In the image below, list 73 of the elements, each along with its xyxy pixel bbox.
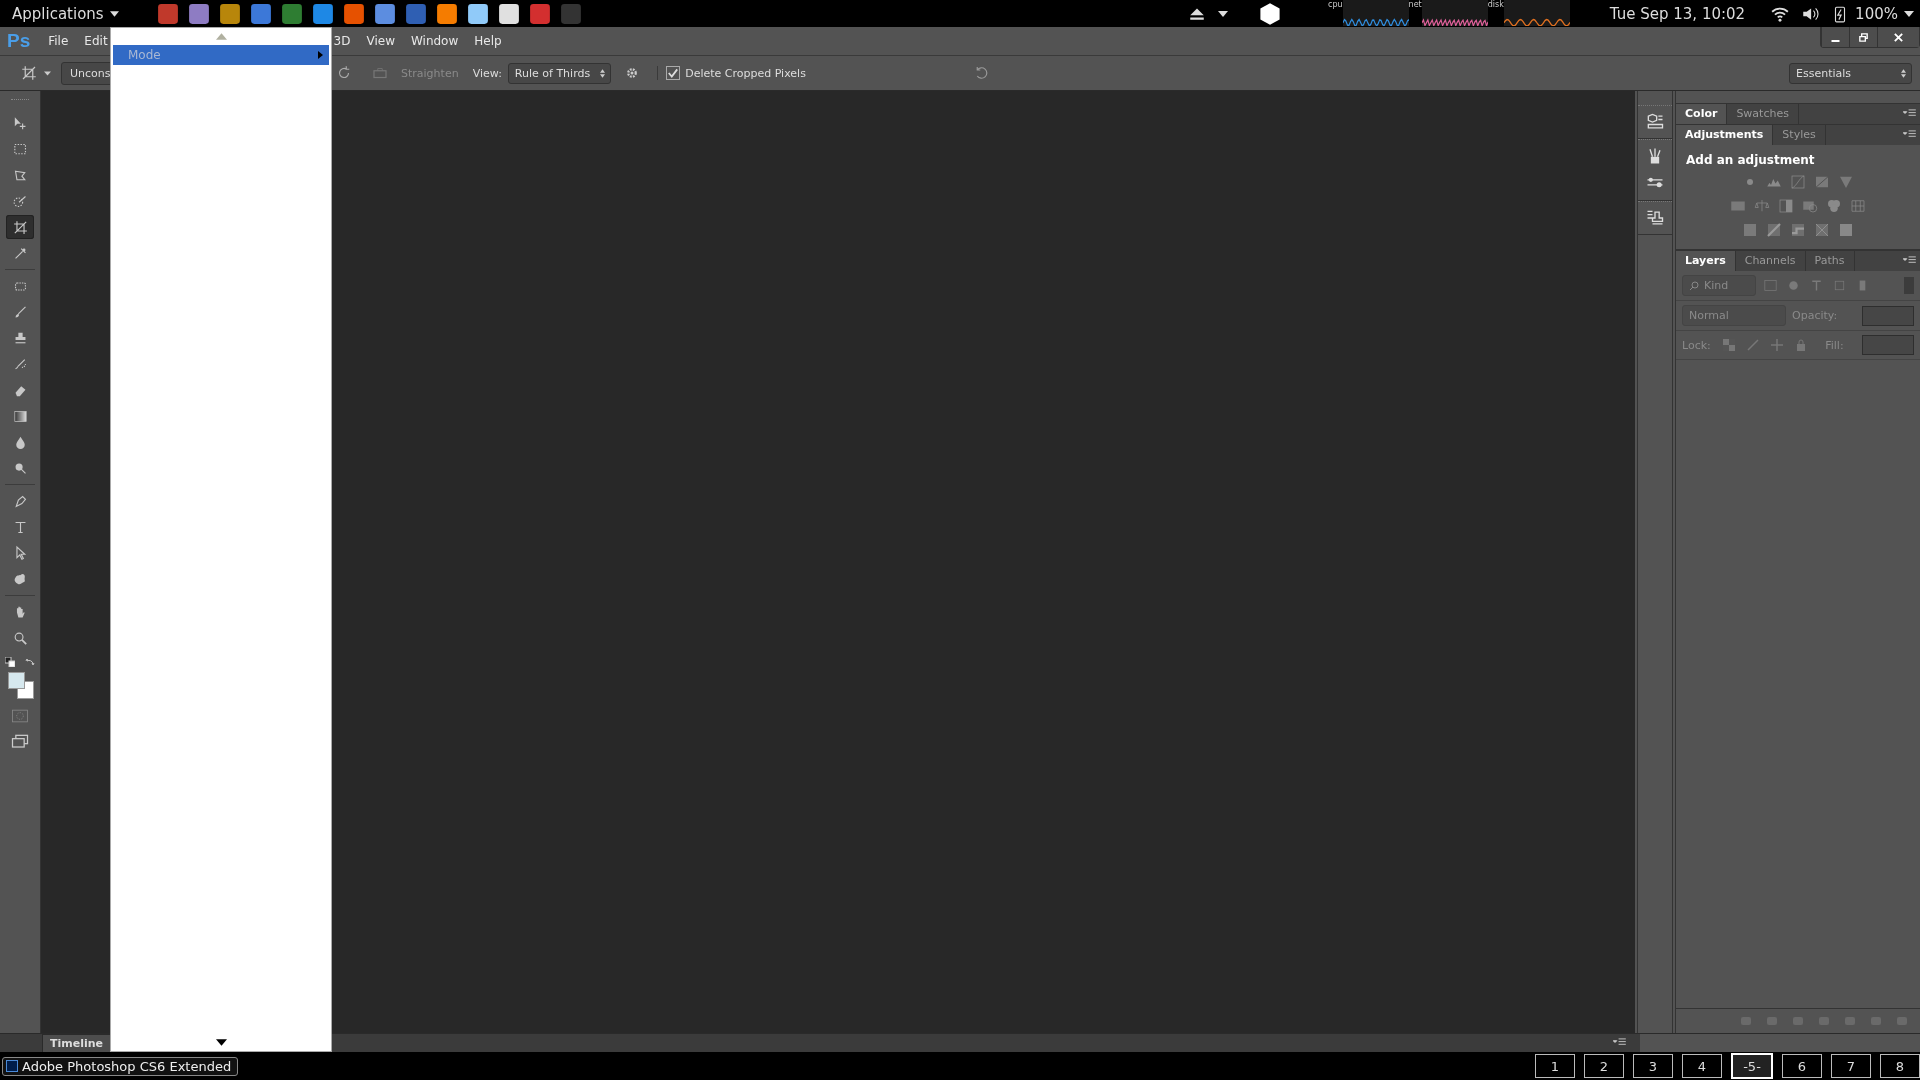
- panel-menu-icon[interactable]: [1613, 1038, 1626, 1047]
- minimize-icon: [1831, 39, 1840, 42]
- menu-item[interactable]: Help: [474, 34, 502, 48]
- workspace-button[interactable]: 1: [1535, 1054, 1575, 1078]
- half-square-icon[interactable]: [1777, 197, 1795, 215]
- checkbox[interactable]: [666, 66, 681, 80]
- posterize-icon[interactable]: [1765, 221, 1783, 239]
- caret-icon[interactable]: [1904, 10, 1914, 17]
- menu-item[interactable]: Edit: [84, 34, 108, 48]
- panel-tab[interactable]: Layers: [1676, 251, 1736, 271]
- sparkline-graph: [1503, 0, 1570, 26]
- workspace-button[interactable]: 2: [1584, 1054, 1624, 1078]
- checker-icon[interactable]: [1722, 339, 1735, 351]
- cube-info-icon[interactable]: [1645, 112, 1665, 132]
- scroll-up-arrow-icon[interactable]: [215, 33, 227, 40]
- view-label: View:: [472, 66, 502, 80]
- color-swatches-icon[interactable]: [6, 670, 34, 700]
- applications-menu[interactable]: Applications: [0, 4, 127, 23]
- cross-square-icon[interactable]: [1813, 221, 1831, 239]
- delete-cropped-pixels-label: Delete Cropped Pixels: [685, 66, 806, 80]
- battery-percentage[interactable]: 100%: [1855, 4, 1898, 23]
- sparkline-graph: [1342, 0, 1409, 26]
- workspace-button[interactable]: 7: [1831, 1054, 1871, 1078]
- close-icon: [1893, 31, 1904, 43]
- panel-menu-icon[interactable]: [1903, 256, 1916, 265]
- swap-arrows-icon[interactable]: [25, 657, 35, 667]
- graph-label: net: [1408, 0, 1422, 9]
- panel-menu-icon[interactable]: [1903, 109, 1916, 118]
- ps-app-icon: [6, 1060, 18, 1072]
- workspace-button[interactable]: 8: [1880, 1054, 1920, 1078]
- scroll-down-arrow-icon[interactable]: [215, 1039, 227, 1046]
- restore-icon: [1858, 31, 1869, 43]
- panel-tab[interactable]: Color: [1676, 104, 1728, 124]
- crop-icon: [11, 218, 29, 236]
- timeline-tab[interactable]: Timeline: [42, 1034, 112, 1052]
- taskbar-window-button[interactable]: Adobe Photoshop CS6 Extended: [2, 1056, 239, 1076]
- three-circles-icon[interactable]: [1825, 197, 1843, 215]
- workspace-dropdown[interactable]: Essentials: [1789, 62, 1912, 84]
- menu-item[interactable]: 3D: [333, 34, 351, 48]
- search-icon: [1689, 280, 1699, 291]
- threshold-icon[interactable]: [1789, 221, 1807, 239]
- fill-field[interactable]: [1862, 335, 1914, 355]
- caret-icon: [109, 10, 119, 17]
- ps-logo: Ps: [7, 30, 31, 52]
- adjustments-heading: Add an adjustment: [1686, 153, 1815, 167]
- crop-tool-button[interactable]: [6, 215, 34, 239]
- opacity-field[interactable]: [1862, 305, 1914, 326]
- workspace-button[interactable]: 4: [1682, 1054, 1722, 1078]
- overlay-view-dropdown[interactable]: Rule of Thirds: [507, 62, 612, 84]
- crop-icon[interactable]: [20, 64, 38, 82]
- up-down-arrows-icon: [1901, 68, 1906, 78]
- panel-tab[interactable]: Channels: [1735, 251, 1806, 271]
- panel-menu-icon[interactable]: [1903, 130, 1916, 139]
- menu-item[interactable]: View: [366, 34, 395, 48]
- up-down-arrows-icon: [600, 68, 606, 78]
- menu-item[interactable]: Window: [410, 34, 459, 48]
- workspace-button[interactable]: 3: [1633, 1054, 1673, 1078]
- caret-icon[interactable]: [1218, 10, 1229, 17]
- workspace-button[interactable]: -5-: [1731, 1053, 1773, 1079]
- graph-label: disk: [1487, 0, 1504, 9]
- close-button[interactable]: [1877, 27, 1919, 47]
- clone-source-icon[interactable]: [1645, 208, 1665, 228]
- graph-label: cpu: [1328, 0, 1343, 9]
- minimize-button[interactable]: [1821, 27, 1849, 47]
- restore-button[interactable]: [1849, 27, 1877, 47]
- sparkline-graph: [1421, 0, 1488, 26]
- menu-item[interactable]: File: [48, 34, 69, 48]
- panel-tab[interactable]: Styles: [1773, 125, 1826, 145]
- default-colors-icon[interactable]: [5, 657, 15, 667]
- panel-tab[interactable]: Adjustments: [1676, 125, 1774, 145]
- workspace-button[interactable]: 6: [1782, 1054, 1822, 1078]
- panel-tab[interactable]: Paths: [1805, 251, 1855, 271]
- clock[interactable]: Tue Sep 13, 10:02: [1609, 4, 1746, 23]
